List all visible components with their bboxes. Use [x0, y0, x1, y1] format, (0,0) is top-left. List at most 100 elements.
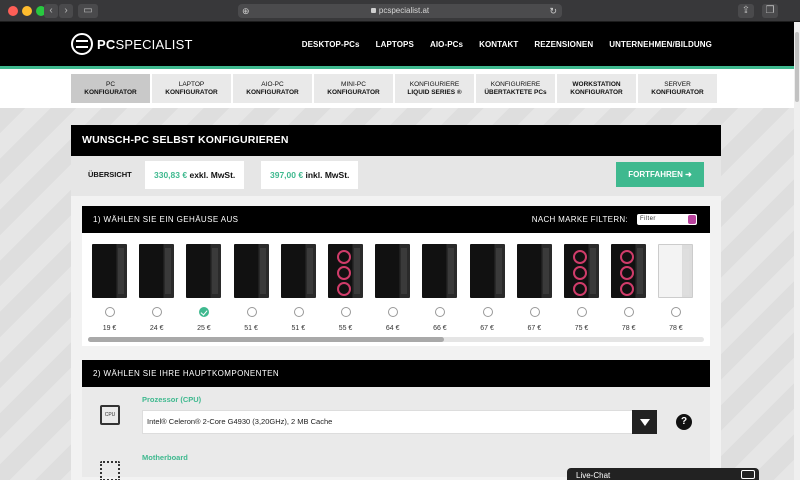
- case-image[interactable]: [280, 244, 316, 298]
- cpu-label: Prozessor (CPU): [142, 395, 202, 404]
- case-option[interactable]: 19 €: [86, 241, 133, 331]
- case-radio[interactable]: [293, 307, 304, 317]
- case-price: 51 €: [244, 325, 258, 331]
- cpu-dropdown-button[interactable]: [632, 410, 657, 434]
- filter-label: NACH MARKE FILTERN:: [531, 215, 628, 224]
- rgb-fan-icon: [620, 266, 635, 280]
- page-scrollbar[interactable]: [794, 22, 800, 480]
- case-image[interactable]: [186, 244, 222, 298]
- case-image[interactable]: [328, 244, 363, 298]
- case-side-panel: [118, 248, 124, 294]
- tabs-button[interactable]: ❐: [762, 4, 778, 18]
- continue-button[interactable]: FORTFAHREN ➜: [616, 162, 704, 187]
- rgb-fan-icon: [573, 250, 587, 264]
- case-price: 75 €: [574, 325, 589, 331]
- case-side-panel: [495, 248, 502, 294]
- case-price: 51 €: [291, 325, 306, 331]
- cpu-select[interactable]: Intel® Celeron® 2-Core G4930 (3,20GHz), …: [142, 410, 657, 434]
- case-image[interactable]: [658, 244, 694, 298]
- case-price: 67 €: [527, 325, 542, 331]
- case-option[interactable]: 25 €: [180, 241, 227, 331]
- case-image[interactable]: [233, 244, 269, 298]
- nav-desktop-pcs[interactable]: DESKTOP-PCs: [302, 40, 360, 49]
- chevron-right-icon: ›: [64, 5, 68, 16]
- case-radio[interactable]: [671, 307, 682, 317]
- case-radio[interactable]: [435, 307, 446, 317]
- nav-kontakt[interactable]: KONTAKT: [479, 40, 518, 49]
- back-button[interactable]: ‹: [44, 4, 58, 18]
- case-price: 25 €: [197, 325, 211, 331]
- page-scrollbar-thumb[interactable]: [795, 32, 799, 102]
- reload-icon[interactable]: ↻: [549, 4, 557, 18]
- case-image[interactable]: [469, 244, 505, 298]
- page-title: WUNSCH-PC SELBST KONFIGURIEREN: [71, 125, 721, 156]
- chevron-down-icon[interactable]: [741, 470, 755, 479]
- case-side-panel: [165, 248, 172, 294]
- case-radio[interactable]: [105, 307, 115, 317]
- case-radio[interactable]: [199, 307, 210, 317]
- case-image[interactable]: [516, 244, 552, 298]
- case-side-panel: [354, 248, 360, 294]
- rgb-fan-icon: [337, 250, 351, 264]
- help-icon[interactable]: ?: [676, 414, 692, 430]
- tab-overclocked-pcs[interactable]: KONFIGURIERE ÜBERTAKTETE PCs: [476, 74, 555, 103]
- address-bar[interactable]: ⊕ pcspecialist.at ↻: [238, 4, 562, 18]
- tab-liquid-series[interactable]: KONFIGURIERE LIQUID SERIES ®: [395, 74, 474, 103]
- case-radio[interactable]: [577, 307, 587, 317]
- rgb-fan-icon: [573, 282, 587, 296]
- case-radio[interactable]: [388, 307, 399, 317]
- tab-workstation-konfigurator[interactable]: WORKSTATION KONFIGURATOR: [557, 74, 636, 103]
- case-option[interactable]: 67 €: [464, 241, 511, 331]
- case-option[interactable]: 67 €: [511, 241, 558, 331]
- live-chat-widget[interactable]: Live-Chat: [567, 468, 759, 480]
- rgb-fan-icon: [620, 250, 635, 264]
- case-radio[interactable]: [624, 307, 635, 317]
- case-radio[interactable]: [152, 307, 163, 317]
- price-excl-vat: 330,83 € exkl. MwSt.: [145, 161, 245, 189]
- case-image[interactable]: [139, 244, 175, 298]
- case-option[interactable]: 78 €: [652, 241, 699, 331]
- case-option[interactable]: 24 €: [133, 241, 180, 331]
- chevron-left-icon: ‹: [49, 5, 53, 16]
- case-option[interactable]: 78 €: [605, 241, 652, 331]
- close-window-button[interactable]: [8, 6, 18, 16]
- case-image[interactable]: [375, 244, 411, 298]
- nav-laptops[interactable]: LAPTOPS: [376, 40, 414, 49]
- minimize-window-button[interactable]: [22, 6, 32, 16]
- case-option[interactable]: 64 €: [369, 241, 416, 331]
- brand-filter-select[interactable]: Filter: [637, 214, 697, 225]
- share-button[interactable]: ⇪: [738, 4, 754, 18]
- tab-aio-pc-konfigurator[interactable]: AIO-PC KONFIGURATOR: [233, 74, 312, 103]
- cpu-icon: CPU: [100, 405, 120, 425]
- case-option[interactable]: 51 €: [228, 241, 275, 331]
- case-image[interactable]: [611, 244, 647, 298]
- page-settings-icon[interactable]: ⊕: [242, 4, 250, 18]
- case-radio[interactable]: [341, 307, 351, 317]
- case-carousel[interactable]: 19 € 24 € 25 € 51 € 51 € 55 € 64 € 66 € 67 € 67 €…: [86, 241, 706, 331]
- case-radio[interactable]: [529, 307, 540, 317]
- tab-laptop-konfigurator[interactable]: LAPTOP KONFIGURATOR: [152, 74, 231, 103]
- nav-aio-pcs[interactable]: AIO-PCs: [430, 40, 463, 49]
- case-radio[interactable]: [246, 307, 257, 317]
- tab-server-konfigurator[interactable]: SERVER KONFIGURATOR: [638, 74, 717, 103]
- forward-button[interactable]: ›: [59, 4, 73, 18]
- case-option[interactable]: 75 €: [558, 241, 605, 331]
- case-price: 24 €: [149, 325, 164, 331]
- case-carousel-scrollbar[interactable]: [88, 337, 704, 342]
- case-price: 78 €: [669, 325, 683, 331]
- case-option[interactable]: 51 €: [275, 241, 322, 331]
- logo[interactable]: PCSPECIALIST: [71, 33, 193, 55]
- nav-rezensionen[interactable]: REZENSIONEN: [534, 40, 593, 49]
- tab-pc-konfigurator[interactable]: PC KONFIGURATOR: [71, 74, 150, 103]
- sidebar-toggle-button[interactable]: ▭: [78, 4, 98, 18]
- case-radio[interactable]: [482, 307, 493, 317]
- case-image[interactable]: [92, 244, 127, 298]
- case-option[interactable]: 55 €: [322, 241, 369, 331]
- case-side-panel: [542, 248, 549, 294]
- case-image[interactable]: [422, 244, 458, 298]
- case-option[interactable]: 66 €: [416, 241, 463, 331]
- case-image[interactable]: [564, 244, 599, 298]
- nav-unternehmen[interactable]: UNTERNEHMEN/BILDUNG: [609, 40, 712, 49]
- scrollbar-thumb[interactable]: [88, 337, 444, 342]
- tab-mini-pc-konfigurator[interactable]: MINI-PC KONFIGURATOR: [314, 74, 393, 103]
